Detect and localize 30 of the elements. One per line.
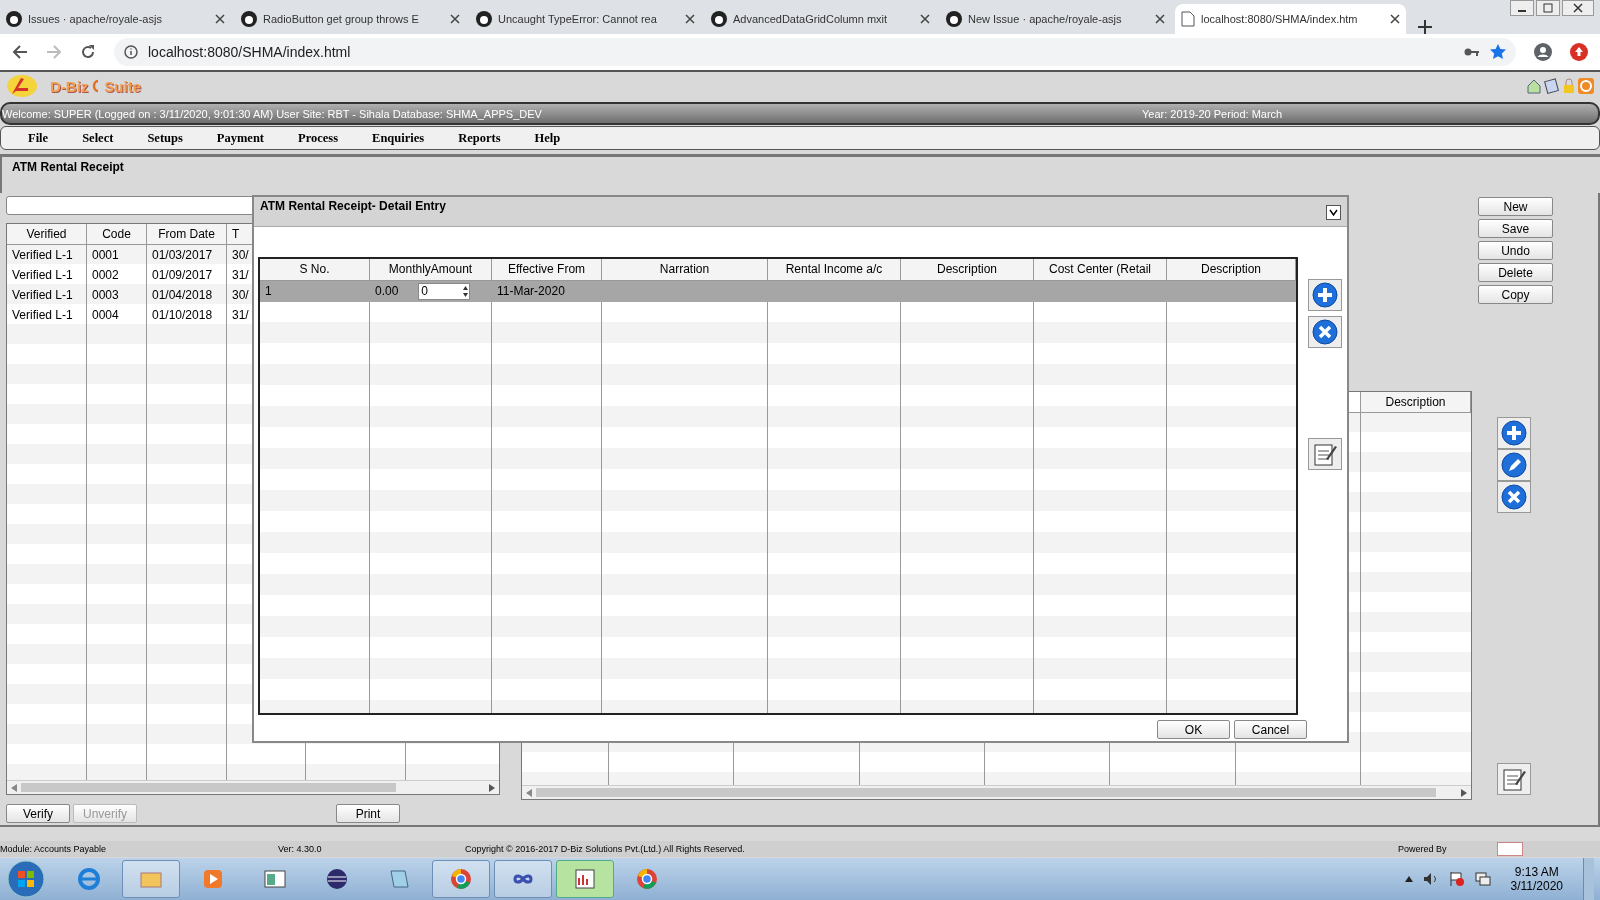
brand-name: Suite [104,77,141,95]
table-cell: 01/03/2017 [152,248,213,262]
brand-name: D-Biz [50,77,89,95]
table-cell: 0004 [92,308,119,322]
table-cell: Verified L-1 [12,288,73,302]
table-cell: 01/04/2018 [152,288,213,302]
table-cell-text: 11-Mar-2020 [496,283,566,300]
table-cell: 0002 [92,268,119,282]
table-cell: 0.00 [375,284,399,298]
clock-date: 3/11/2020 [1510,879,1563,893]
welcome-text: Welcome: SUPER (Logged on : 3/11/2020, 9:01:30 AM) User Site: RBT - Sihala Database: SHMA_APPS_DEV [2,107,543,120]
table-cell: 31/ [232,308,249,322]
version-text: Ver: 4.30.0 [278,844,323,854]
dialog-title: ATM Rental Receipt- Detail Entry [260,199,446,215]
powered-by-text: Powered By [1398,844,1447,854]
module-text: Module: Accounts Payable [0,844,108,854]
table-cell: Verified L-1 [12,308,73,322]
period-text: Year: 2019-20 Period: March [1142,107,1283,120]
table-cell: 0003 [92,288,119,302]
table-cell: 30/ [232,248,249,262]
clock-time: 9:13 AM [1514,865,1559,879]
table-cell: Verified L-1 [12,248,73,262]
table-cell-text: 1 [264,283,273,300]
table-cell: 30/ [232,288,249,302]
table-cell: Verified L-1 [12,268,73,282]
table-cell: 31/ [232,268,249,282]
table-cell: 01/09/2017 [152,268,213,282]
table-cell: 01/10/2018 [152,308,213,322]
copyright-text: Copyright © 2016-2017 D-Biz Solutions Pvt.(Ltd.) All Rights Reserved. [465,844,746,854]
table-cell: 0001 [92,248,119,262]
